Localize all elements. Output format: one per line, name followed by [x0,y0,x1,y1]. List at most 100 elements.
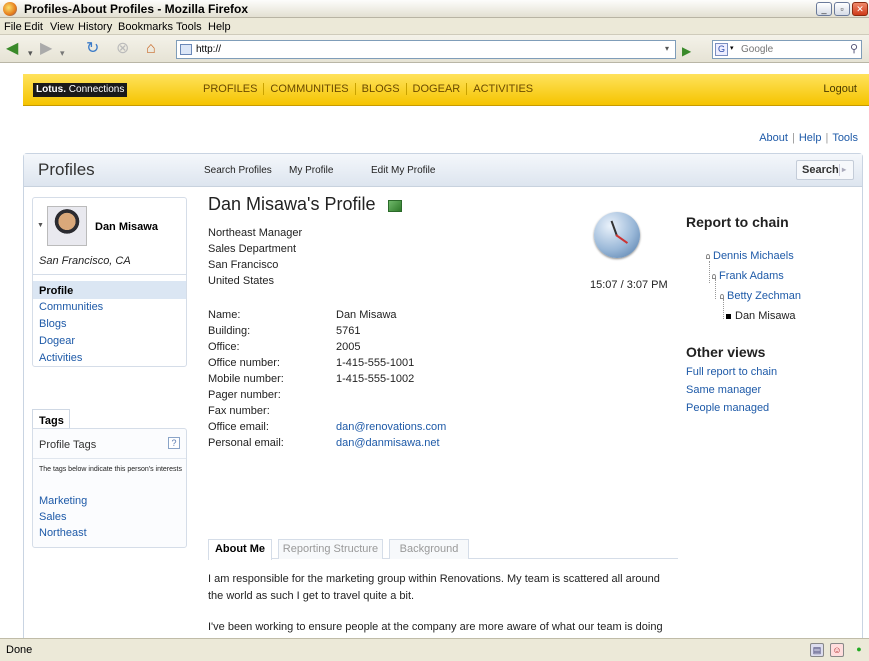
stop-icon[interactable]: ⊗ [116,40,129,58]
profiles-header: Profiles Search Profiles My Profile Edit… [24,154,862,187]
tab-about-me[interactable]: About Me [208,539,272,560]
back-icon[interactable]: ◀ [6,40,18,58]
menu-edit[interactable]: Edit [24,21,43,33]
edit-my-profile-link[interactable]: Edit My Profile [371,165,435,176]
tab-blogs[interactable]: BLOGS [355,83,407,95]
tab-reporting-structure[interactable]: Reporting Structure [278,539,383,559]
clock-globe-icon [594,212,640,258]
about-paragraph-1: I am responsible for the marketing group… [208,573,660,602]
google-icon[interactable]: G [715,43,728,56]
page-info-icon[interactable]: ▤ [810,643,824,657]
tags-note: The tags below indicate this person's in… [39,466,182,473]
tag-northeast[interactable]: Northeast [39,527,87,539]
title-bar: Profiles-About Profiles - Mozilla Firefo… [0,0,869,18]
web-search-box[interactable]: G ▾ ⚲ [712,40,862,59]
tags-tab[interactable]: Tags [32,409,70,429]
back-dropdown-icon[interactable]: ▾ [28,44,33,62]
firefox-icon [3,2,17,16]
engine-dropdown-icon[interactable]: ▾ [730,44,734,52]
help-link[interactable]: Help [799,132,822,144]
lotus-banner: Lotus. Connections PROFILES COMMUNITIES BL… [23,74,869,106]
home-icon[interactable]: ⌂ [146,40,156,58]
field-label: Office number: [208,357,280,369]
addon-icon[interactable]: ☺ [830,643,844,657]
field-label: Building: [208,325,251,337]
forward-icon[interactable]: ▶ [40,40,52,58]
menu-bookmarks[interactable]: Bookmarks [118,21,173,33]
menu-tools[interactable]: Tools [176,21,202,33]
brand-connections: Connections [68,84,125,95]
field-label: Office email: [208,421,269,433]
vcard-icon[interactable] [388,200,402,212]
menu-help[interactable]: Help [208,21,231,33]
security-icon[interactable]: ● [852,643,866,657]
profile-heading: Dan Misawa's Profile [208,194,376,214]
tab-dogear[interactable]: DOGEAR [406,83,468,95]
card-divider [33,274,186,275]
tab-communities[interactable]: COMMUNITIES [264,83,356,95]
tools-link[interactable]: Tools [832,132,858,144]
nav-blogs[interactable]: Blogs [39,318,67,330]
chain-connector [709,261,710,283]
tag-marketing[interactable]: Marketing [39,495,87,507]
node-icon [712,273,716,279]
country: United States [208,275,275,287]
search-magnifier-icon[interactable]: ⚲ [850,42,858,55]
logout-link[interactable]: Logout [823,83,857,95]
status-bar: Done ▤ ☺ ● [0,638,869,661]
nav-profile[interactable]: Profile [33,281,186,299]
close-button[interactable]: ✕ [852,2,868,16]
lotus-logo[interactable]: Lotus. Connections [33,83,128,97]
tab-activities[interactable]: ACTIVITIES [467,83,539,95]
people-managed-link[interactable]: People managed [686,402,769,414]
minimize-button[interactable]: _ [816,2,832,16]
url-dropdown-icon[interactable]: ▾ [665,44,669,53]
tags-widget: Tags Profile Tags ? The tags below indic… [32,409,187,604]
url-bar[interactable]: ▾ [176,40,676,59]
help-icon[interactable]: ? [168,437,180,449]
forward-dropdown-icon[interactable]: ▾ [60,44,65,62]
reload-icon[interactable]: ↻ [86,40,99,58]
full-report-chain-link[interactable]: Full report to chain [686,366,777,378]
about-paragraph-2: I've been working to ensure people at th… [208,621,663,633]
avatar-menu-icon[interactable]: ▼ [37,222,44,229]
tag-sales[interactable]: Sales [39,511,67,523]
chain-name[interactable]: Dennis Michaels [713,250,794,262]
chain-name[interactable]: Frank Adams [719,270,784,282]
menu-history[interactable]: History [78,21,112,33]
field-label: Pager number: [208,389,281,401]
chain-item[interactable]: Frank Adams [712,270,784,282]
nav-dogear[interactable]: Dogear [39,335,75,347]
tab-profiles[interactable]: PROFILES [197,83,265,95]
firefox-window: Profiles-About Profiles - Mozilla Firefo… [0,0,869,661]
nav-activities[interactable]: Activities [39,352,82,364]
my-profile-link[interactable]: My Profile [289,165,333,176]
search-profiles-link[interactable]: Search Profiles [204,165,272,176]
status-text: Done [6,644,33,656]
node-icon [720,293,724,299]
page-icon [180,44,192,55]
menu-view[interactable]: View [50,21,74,33]
profile-tags-title: Profile Tags [39,439,97,451]
field-value-office-number: 1-415-555-1001 [336,357,415,369]
profiles-frame: Profiles Search Profiles My Profile Edit… [23,153,863,638]
card-location: San Francisco, CA [39,255,131,267]
go-icon[interactable]: ▶ [682,42,691,60]
url-input[interactable] [196,42,666,57]
maximize-button[interactable]: ▫ [834,2,850,16]
chain-name[interactable]: Betty Zechman [727,290,801,302]
menu-file[interactable]: File [4,21,22,33]
profile-card: ▼ Dan Misawa San Francisco, CA Profile C… [32,197,187,367]
same-manager-link[interactable]: Same manager [686,384,761,396]
chain-item[interactable]: Betty Zechman [720,290,801,302]
office-email-link[interactable]: dan@renovations.com [336,421,446,433]
about-link[interactable]: About [759,132,788,144]
search-button[interactable]: Search ▸ [796,160,854,180]
web-search-input[interactable] [741,42,851,57]
profile-tabs: About Me Reporting Structure Background [208,539,678,560]
nav-communities[interactable]: Communities [39,301,103,313]
tab-background[interactable]: Background [389,539,469,559]
chain-item[interactable]: Dennis Michaels [706,250,794,262]
search-button-label: Search [802,164,839,176]
personal-email-link[interactable]: dan@danmisawa.net [336,437,440,449]
